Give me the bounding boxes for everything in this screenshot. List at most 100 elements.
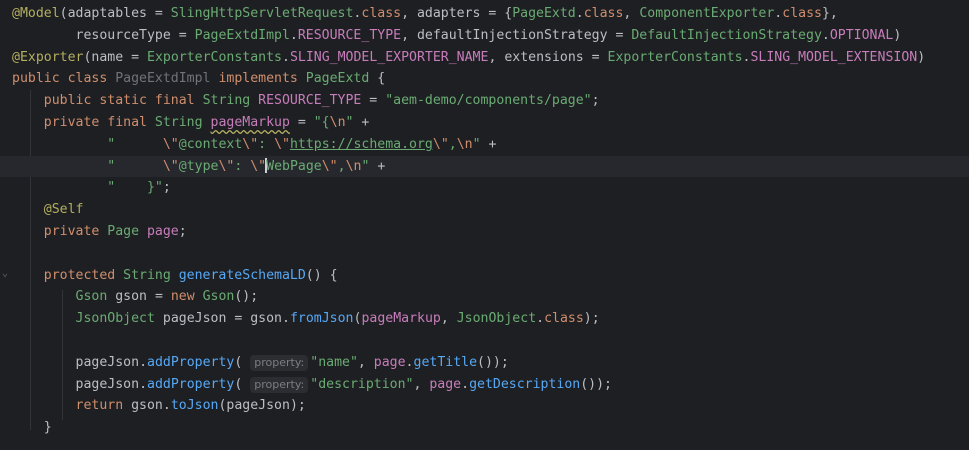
token: private xyxy=(12,223,108,239)
token: ExporterConstants xyxy=(607,49,743,65)
token: Gson xyxy=(202,289,235,305)
token: \" xyxy=(218,158,235,174)
code-line: resourceType = PageExtdImpl.RESOURCE_TYP… xyxy=(12,25,969,47)
parameter-hint: property: xyxy=(250,354,309,371)
token: SLING_MODEL_EXTENSION xyxy=(750,49,918,65)
token: gson xyxy=(131,398,163,414)
token: pageMarkup xyxy=(210,114,290,130)
token: page xyxy=(429,376,462,392)
token: ebPage xyxy=(274,158,322,174)
token: \" xyxy=(242,136,259,152)
token: }, xyxy=(821,6,838,21)
token: " xyxy=(12,158,163,174)
token: . xyxy=(575,6,584,21)
token: ( xyxy=(234,354,251,370)
token: , xyxy=(337,158,346,174)
token: PageExtdImpl xyxy=(115,71,211,87)
token: ) xyxy=(917,49,926,65)
code-line: Gson gson = new Gson(); xyxy=(12,286,969,308)
token: String xyxy=(202,93,259,109)
token: RESOURCE_TYPE xyxy=(258,93,362,109)
code-editor[interactable]: ⌄ @Model(adaptables = SlingHttpServletRe… xyxy=(0,0,969,450)
token: (); xyxy=(234,289,259,305)
token: @context xyxy=(178,136,243,152)
token: OPTIONAL xyxy=(829,27,894,43)
token: \" xyxy=(162,158,179,174)
code-line: pageJson.addProperty( property: "descript… xyxy=(12,374,969,396)
token: @Exporter xyxy=(12,49,84,65)
code-line: " \"@context\": \"https://schema.org\",\… xyxy=(12,134,969,156)
code-line: private Page page; xyxy=(12,221,969,243)
token: gson xyxy=(115,289,147,305)
token: + xyxy=(353,114,370,130)
code-line: @Self xyxy=(12,199,969,221)
token: "{ xyxy=(313,114,330,130)
token: . xyxy=(405,354,414,370)
token: Gson xyxy=(75,289,116,305)
token: " xyxy=(472,136,481,152)
token: ); xyxy=(583,311,600,327)
code-area[interactable]: @Model(adaptables = SlingHttpServletRequ… xyxy=(0,3,969,439)
token: . xyxy=(282,311,290,327)
token: { xyxy=(369,71,386,87)
token: ExporterConstants xyxy=(147,49,282,65)
token: DefaultInjectionStrategy xyxy=(631,27,822,43)
token: ( xyxy=(234,376,251,392)
token: : xyxy=(234,158,251,174)
token: generateSchemaLD xyxy=(178,267,306,283)
fold-arrow-icon[interactable]: ⌄ xyxy=(2,268,8,279)
token: String xyxy=(123,267,179,283)
token: \n xyxy=(329,114,346,130)
token: = xyxy=(361,93,386,109)
token: , xyxy=(413,376,430,392)
token: @Self xyxy=(12,202,84,218)
token: \n xyxy=(345,158,362,174)
token: pageJson xyxy=(162,311,227,327)
token: . xyxy=(289,27,298,43)
token: "aem-demo/components/page" xyxy=(385,93,592,109)
token: protected xyxy=(12,267,124,283)
token: page xyxy=(373,354,406,370)
token: pageJson xyxy=(226,398,290,414)
token: . xyxy=(162,398,171,414)
code-line: @Exporter(name = ExporterConstants. SLING… xyxy=(12,47,969,69)
token: RESOURCE_TYPE xyxy=(297,27,402,43)
token: : xyxy=(258,136,275,152)
token: PageExtd xyxy=(305,71,370,87)
token: } xyxy=(12,420,52,436)
token: , extensions = xyxy=(488,49,608,65)
token: \" xyxy=(274,136,290,152)
token: ) xyxy=(893,27,902,43)
code-line: protected String generateSchemaLD() { xyxy=(12,265,969,287)
token: "name" xyxy=(310,354,358,370)
token: class xyxy=(361,6,402,21)
token: JsonObject xyxy=(456,311,537,327)
code-line: private final String pageMarkup = "{\n" … xyxy=(12,112,969,134)
token: \n xyxy=(456,136,473,152)
code-line: JsonObject pageJson = gson.fromJson(page… xyxy=(12,308,969,330)
token: String xyxy=(154,114,211,130)
token: fromJson xyxy=(289,311,354,327)
token: Page xyxy=(107,223,147,239)
code-line-current: " \"@type\": \"WebPage\",\n" + xyxy=(0,155,969,178)
token: PageExtd xyxy=(512,6,576,21)
token: ; xyxy=(162,180,171,196)
token: public static final xyxy=(12,93,203,109)
code-line: } xyxy=(12,417,969,439)
token: \" xyxy=(321,158,338,174)
parameter-hint: property: xyxy=(250,376,309,393)
token: (name = xyxy=(83,49,147,65)
token: ()); xyxy=(580,376,612,392)
token: return xyxy=(75,398,132,414)
token: " xyxy=(12,136,163,152)
token: addProperty xyxy=(147,354,235,370)
code-line: public static final String RESOURCE_TYPE… xyxy=(12,90,969,112)
code-line: pageJson.addProperty( property: "name", p… xyxy=(12,352,969,374)
token: . xyxy=(281,49,290,65)
link[interactable]: https://schema.org xyxy=(290,137,433,152)
code-line: " }"; xyxy=(12,177,969,199)
token: class xyxy=(782,6,822,21)
token: implements xyxy=(210,71,306,87)
token: (adaptables = xyxy=(59,6,171,21)
